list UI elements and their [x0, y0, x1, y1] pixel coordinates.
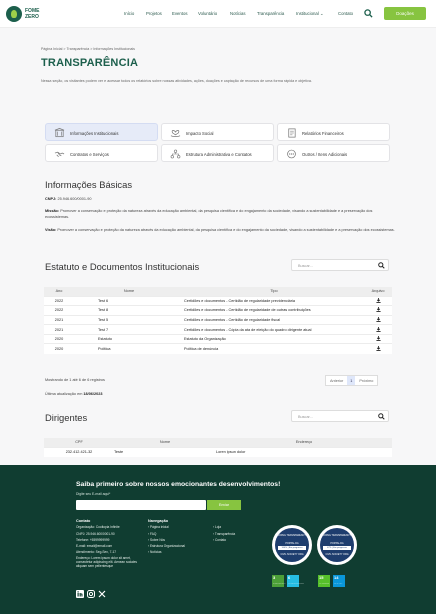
card-informacoes-institucionais[interactable]: Informações Institucionais — [45, 123, 158, 141]
card-relatorios-financeiros[interactable]: Relatórios Financeiros — [277, 123, 390, 141]
card-label: Relatórios Financeiros — [302, 131, 344, 136]
nav-projetos[interactable]: Projetos — [146, 11, 162, 16]
newsletter-email-input[interactable] — [76, 500, 206, 510]
sdg-15-badge[interactable]: 15 VIDA TERRESTRE — [318, 575, 330, 587]
card-impacto-social[interactable]: Impacto Social — [161, 123, 274, 141]
download-icon[interactable] — [375, 336, 381, 342]
card-contratos-servicos[interactable]: Contratos e Serviços — [45, 144, 158, 162]
download-icon[interactable] — [375, 297, 381, 303]
footer-link[interactable]: › Notícias — [148, 549, 208, 555]
building-icon — [54, 128, 65, 138]
table-row: 232.412.421-32 Teste Loren ipsun dolor — [44, 446, 392, 457]
download-icon[interactable] — [375, 326, 381, 332]
search-icon[interactable] — [364, 9, 373, 18]
card-outros-itens[interactable]: Outros / Itens Adicionais — [277, 144, 390, 162]
card-label: Contratos e Serviços — [70, 152, 109, 157]
nav-inicio[interactable]: Início — [124, 11, 134, 16]
pagination-prev[interactable]: Anterior — [326, 376, 347, 385]
footer-link[interactable]: › Contato — [213, 537, 258, 543]
handshake-icon — [54, 151, 65, 158]
transparency-seal-1[interactable]: DOING TRANSPARENCY PORTAL DA 100% | Em p… — [272, 525, 312, 565]
last-updated: Última atualização em 18/06/2023 — [45, 392, 103, 396]
table-row: 2021 Test 5 Certidões e documentos - Certi… — [44, 314, 392, 325]
table-row: 2021 Test 7 Certidões e documentos - Cópia… — [44, 324, 392, 335]
docs-search-input[interactable]: Buscar... — [291, 259, 389, 271]
col-cpf[interactable]: CPF — [44, 438, 114, 447]
col-nome[interactable]: Nome — [114, 438, 216, 447]
newsletter-send-button[interactable]: Enviar — [207, 500, 241, 510]
col-tipo[interactable]: Tipo — [184, 287, 364, 296]
donate-button[interactable]: Doações — [384, 7, 426, 20]
nav-eventos[interactable]: Eventos — [172, 11, 188, 16]
sdg-6-badge[interactable]: 6 ÁGUA POTÁVEL E SANEAMENTO — [287, 575, 304, 587]
main-content — [0, 28, 436, 465]
download-icon[interactable] — [375, 307, 381, 313]
search-icon[interactable] — [378, 262, 385, 269]
x-twitter-icon[interactable] — [98, 590, 106, 598]
search-icon[interactable] — [378, 413, 385, 420]
transparency-seal-2[interactable]: DOING TRANSPARENCY PORTAL DA 47% | Em pr… — [317, 525, 357, 565]
section-title-dirigentes: Dirigentes — [45, 412, 88, 423]
page-title: TRANSPARÊNCIA — [41, 57, 139, 69]
cnpj-text: CNPJ: 25.946.600/0001-90 — [45, 197, 92, 201]
table-row: 2020 Política Política de denúncia — [44, 343, 392, 354]
card-label: Outros / Itens Adicionais — [302, 152, 348, 157]
heart-hands-icon — [170, 130, 181, 138]
col-endereco[interactable]: Endereço — [216, 438, 392, 447]
pagination: Anterior 1 Próximo — [325, 375, 379, 386]
card-label: Impacto Social — [186, 131, 214, 136]
logo-text[interactable]: FOME ZERO — [25, 8, 45, 20]
nav-contato[interactable]: Contato — [338, 11, 353, 16]
table-row: 2020 Estatuto Estatuto da Organização — [44, 333, 392, 344]
documents-table: Ano Nome Tipo Arquivo 2022 Test 6 Certidõe… — [44, 287, 392, 354]
nav-institucional[interactable]: Institucional ⌄ — [296, 11, 324, 17]
mission-text: Missão: Promover a conservação e proteçã… — [45, 209, 373, 219]
sdg-3-badge[interactable]: 3 SAÚDE E BEM-ESTAR — [272, 575, 285, 587]
breadcrumb: Página Inicial > Transparência > Informa… — [41, 47, 135, 51]
more-icon — [287, 149, 296, 159]
pagination-page-1[interactable]: 1 — [347, 376, 356, 385]
col-ano[interactable]: Ano — [44, 287, 74, 296]
nav-noticias[interactable]: Notícias — [230, 11, 246, 16]
card-label: Estrutura Administrativa e Contatos — [186, 152, 252, 157]
footer-navigation: Navegação › Página inicial › FAQ › Sobre… — [148, 518, 208, 556]
table-row: 2022 Test 6 Certidões e documentos - Certi… — [44, 295, 392, 306]
col-arquivo[interactable]: Arquivo — [364, 287, 392, 296]
site-header: FOME ZERO Início Projetos Eventos Volunt… — [0, 0, 436, 28]
social-links — [76, 590, 106, 598]
vision-text: Visão: Promover a conservação e proteção… — [45, 228, 395, 232]
card-label: Informações Institucionais — [70, 131, 119, 136]
newsletter-headline: Saiba primeiro sobre nossos emocionantes… — [76, 481, 281, 488]
card-estrutura-administrativa[interactable]: Estrutura Administrativa e Contatos — [161, 144, 274, 162]
sdg-14-badge[interactable]: 14 VIDA NA ÁGUA — [333, 575, 345, 587]
instagram-icon[interactable] — [87, 590, 95, 598]
report-icon — [288, 128, 296, 138]
footer-navigation-2: › Loja › Transparência › Contato — [213, 524, 258, 543]
fome-zero-logo[interactable] — [6, 6, 22, 22]
site-footer: Saiba primeiro sobre nossos emocionantes… — [0, 465, 436, 614]
breadcrumb-home[interactable]: Página Inicial — [41, 47, 62, 51]
download-icon[interactable] — [375, 316, 381, 322]
org-chart-icon — [170, 149, 181, 159]
section-title-informacoes: Informações Básicas — [45, 179, 133, 190]
linkedin-icon[interactable] — [76, 590, 84, 598]
nav-voluntario[interactable]: Voluntário — [198, 11, 217, 16]
page-description: Nessa seção, os visitantes podem ver e a… — [41, 79, 312, 83]
pagination-next[interactable]: Próximo — [355, 376, 377, 385]
nav-transparencia[interactable]: Transparência — [257, 11, 284, 16]
col-nome[interactable]: Nome — [74, 287, 184, 296]
breadcrumb-current: Informações Institucionais — [93, 47, 135, 51]
download-icon[interactable] — [375, 346, 381, 352]
section-title-documentos: Estatuto e Documentos Institucionais — [45, 261, 200, 272]
leaders-table: CPF Nome Endereço 232.412.421-32 Teste Lor… — [44, 438, 392, 457]
footer-contact: Contato Organização: Cooltopia Infinite … — [76, 519, 137, 568]
newsletter-subtitle: Digite seu E-mail aqui* — [76, 492, 111, 496]
table-row: 2022 Test 8 Certidões e documentos - Certi… — [44, 305, 392, 316]
leaders-search-input[interactable]: Buscar... — [291, 410, 389, 422]
breadcrumb-section[interactable]: Transparência — [66, 47, 89, 51]
